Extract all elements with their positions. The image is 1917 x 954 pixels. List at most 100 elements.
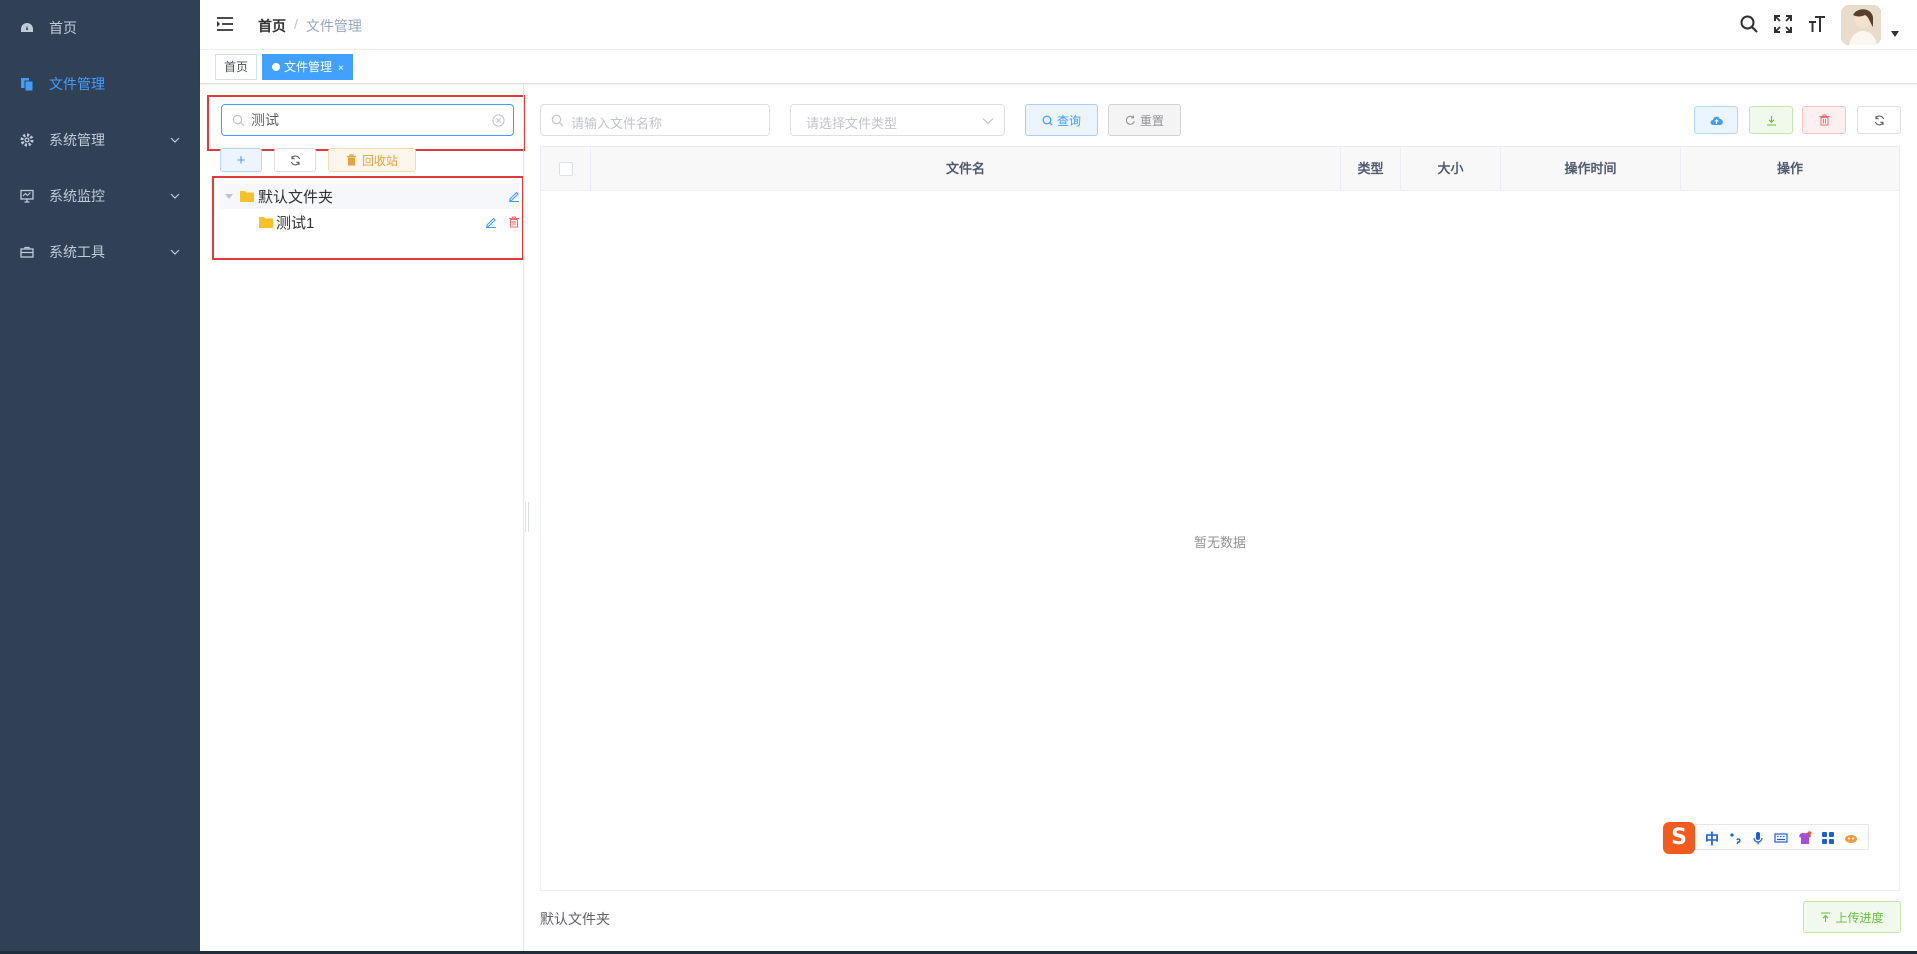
gear-icon xyxy=(20,133,34,147)
tags-view: 首页 文件管理 × xyxy=(200,50,1917,84)
search-icon xyxy=(232,114,245,127)
recycle-bin-button[interactable]: 回收站 xyxy=(328,148,416,172)
file-type-placeholder: 请选择文件类型 xyxy=(806,116,898,131)
panel-splitter xyxy=(523,84,524,954)
delete-icon xyxy=(1819,114,1829,126)
caret-down-icon[interactable] xyxy=(225,192,233,200)
download-icon xyxy=(1766,115,1776,126)
punctuation-icon[interactable] xyxy=(1728,831,1742,845)
column-header-type[interactable]: 类型 xyxy=(1341,147,1401,191)
cloud-upload-icon xyxy=(1710,116,1723,125)
files-icon xyxy=(21,78,34,91)
sidebar-item-home[interactable]: 首页 xyxy=(0,0,200,56)
tag-label: 文件管理 xyxy=(284,60,333,74)
ime-mode[interactable]: 中 xyxy=(1705,829,1719,849)
active-dot xyxy=(272,63,280,71)
tag-label: 首页 xyxy=(224,60,249,74)
hamburger-icon[interactable] xyxy=(216,15,234,33)
query-button[interactable]: 查询 xyxy=(1025,104,1098,136)
chevron-down-icon xyxy=(170,193,180,199)
edit-icon[interactable] xyxy=(508,190,520,202)
upload-progress-button[interactable]: 上传进度 xyxy=(1803,901,1901,933)
chevron-down-icon xyxy=(170,137,180,143)
refresh-icon xyxy=(1125,115,1135,125)
refresh-icon xyxy=(290,155,300,165)
folder-icon xyxy=(259,217,273,228)
mascot-icon[interactable] xyxy=(1844,831,1858,845)
folder-icon xyxy=(240,191,254,202)
chevron-down-icon xyxy=(982,118,994,125)
clear-icon[interactable] xyxy=(492,114,505,127)
microphone-icon[interactable] xyxy=(1751,831,1765,845)
keyboard-icon[interactable] xyxy=(1774,831,1788,845)
refresh-tree-button[interactable] xyxy=(274,148,316,172)
add-label: + xyxy=(236,151,246,169)
tree-node-default-folder[interactable]: 默认文件夹 xyxy=(219,183,519,209)
edit-icon[interactable] xyxy=(485,216,497,228)
sidebar-item-files[interactable]: 文件管理 xyxy=(0,56,200,112)
recycle-bin-label: 回收站 xyxy=(361,153,398,168)
sidebar-item-system-monitor[interactable]: 系统监控 xyxy=(0,168,200,224)
breadcrumb: 首页 / 文件管理 xyxy=(258,16,362,36)
ime-logo: S xyxy=(1663,822,1695,854)
sidebar-item-system-management[interactable]: 系统管理 xyxy=(0,112,200,168)
delete-icon[interactable] xyxy=(508,216,520,228)
sidebar-item-label: 首页 xyxy=(49,20,77,36)
sidebar-item-system-tools[interactable]: 系统工具 xyxy=(0,224,200,280)
refresh-icon xyxy=(1874,115,1884,125)
file-name-input[interactable]: 请输入文件名称 xyxy=(540,104,770,136)
fullscreen-icon[interactable] xyxy=(1773,14,1793,34)
caret-down-icon[interactable] xyxy=(1891,31,1899,37)
reset-label: 重置 xyxy=(1139,113,1164,128)
navbar: 首页 / 文件管理 xyxy=(200,0,1917,50)
table-header: 文件名 类型 大小 操作时间 操作 xyxy=(541,147,1899,191)
add-folder-button[interactable]: + xyxy=(220,148,262,172)
empty-text: 暂无数据 xyxy=(1193,535,1246,550)
file-type-select[interactable]: 请选择文件类型 xyxy=(790,104,1005,136)
tree-node-test1[interactable]: 测试1 xyxy=(219,209,519,235)
file-name-placeholder: 请输入文件名称 xyxy=(571,116,663,131)
select-all-checkbox[interactable] xyxy=(559,162,573,176)
current-folder-label: 默认文件夹 xyxy=(540,911,610,927)
close-icon[interactable]: × xyxy=(338,57,344,81)
select-all-column xyxy=(541,147,591,191)
avatar-image xyxy=(1841,5,1881,45)
column-header-name[interactable]: 文件名 xyxy=(591,147,1341,191)
refresh-table-button[interactable] xyxy=(1857,106,1901,134)
breadcrumb-current: 文件管理 xyxy=(305,18,362,34)
monitor-icon xyxy=(20,189,34,203)
breadcrumb-home[interactable]: 首页 xyxy=(258,16,286,36)
search-icon xyxy=(1042,115,1053,126)
ime-toolbar[interactable]: S 中 xyxy=(1663,822,1869,854)
breadcrumb-separator: / xyxy=(294,16,298,32)
sidebar: 首页 文件管理 系统管理 系统监控 系统工具 xyxy=(0,0,200,954)
column-header-actions: 操作 xyxy=(1776,161,1803,176)
upload-progress-label: 上传进度 xyxy=(1835,910,1884,925)
tree-node-label: 测试1 xyxy=(276,214,315,232)
skin-icon[interactable] xyxy=(1798,831,1812,845)
sidebar-item-label: 系统管理 xyxy=(49,132,105,148)
tree-node-label: 默认文件夹 xyxy=(258,188,334,206)
column-header-size[interactable]: 大小 xyxy=(1401,147,1501,191)
folder-search-field[interactable] xyxy=(251,105,491,135)
query-label: 查询 xyxy=(1056,113,1081,128)
search-icon xyxy=(551,114,564,127)
sidebar-item-label: 系统工具 xyxy=(49,244,105,260)
chevron-down-icon xyxy=(170,249,180,255)
download-button[interactable] xyxy=(1749,106,1793,134)
splitter-handle[interactable] xyxy=(525,502,529,532)
upload-button[interactable] xyxy=(1694,106,1738,134)
trash-icon xyxy=(346,154,356,166)
tag-file-management[interactable]: 文件管理 × xyxy=(262,54,353,80)
upload-icon xyxy=(1821,911,1831,922)
column-header-time[interactable]: 操作时间 xyxy=(1501,147,1681,191)
tag-home[interactable]: 首页 xyxy=(215,54,258,80)
reset-button[interactable]: 重置 xyxy=(1108,104,1181,136)
folder-search-input[interactable] xyxy=(221,104,514,136)
search-icon[interactable] xyxy=(1739,14,1759,34)
font-size-icon[interactable] xyxy=(1807,14,1827,34)
sidebar-item-label: 系统监控 xyxy=(49,188,105,204)
avatar[interactable] xyxy=(1841,5,1881,45)
delete-files-button[interactable] xyxy=(1802,106,1846,134)
apps-grid-icon[interactable] xyxy=(1821,831,1835,845)
